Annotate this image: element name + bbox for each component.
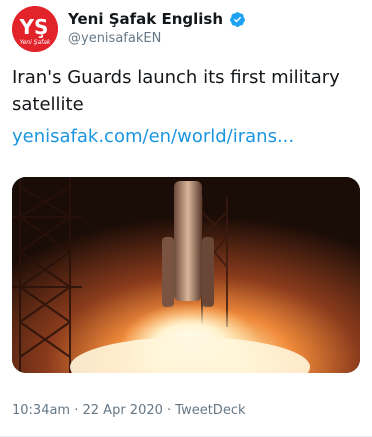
display-name[interactable]: Yeni Şafak English [68, 10, 223, 28]
avatar[interactable]: YŞ Yeni Şafak [12, 6, 58, 52]
tweet-time[interactable]: 10:34am [12, 403, 70, 418]
rocket-launch-photo-icon [12, 177, 360, 373]
tweet-media-image[interactable] [12, 177, 360, 373]
svg-text:Yeni Şafak: Yeni Şafak [20, 39, 51, 46]
meta-separator: · [162, 403, 176, 418]
author-name-row[interactable]: Yeni Şafak English [68, 8, 246, 30]
tweet-metadata: 10:34am · 22 Apr 2020 · TweetDeck [12, 403, 246, 418]
tweet-date[interactable]: 22 Apr 2020 [83, 403, 163, 418]
tweet-text-line: satellite [12, 94, 84, 115]
tweet-card: YŞ Yeni Şafak Yeni Şafak English @yenisa… [0, 0, 372, 437]
article-link[interactable]: yenisafak.com/en/world/irans... [12, 123, 294, 150]
verified-badge-icon [229, 11, 246, 28]
tweet-text: Iran's Guards launch its first military … [12, 64, 360, 118]
yeni-safak-logo-icon: YŞ Yeni Şafak [12, 6, 58, 52]
tweet-text-line: Iran's Guards launch its first military [12, 67, 340, 88]
meta-separator: · [70, 403, 83, 418]
tweet-source[interactable]: TweetDeck [175, 403, 245, 418]
svg-text:YŞ: YŞ [19, 15, 49, 39]
author-handle[interactable]: @yenisafakEN [68, 31, 161, 46]
